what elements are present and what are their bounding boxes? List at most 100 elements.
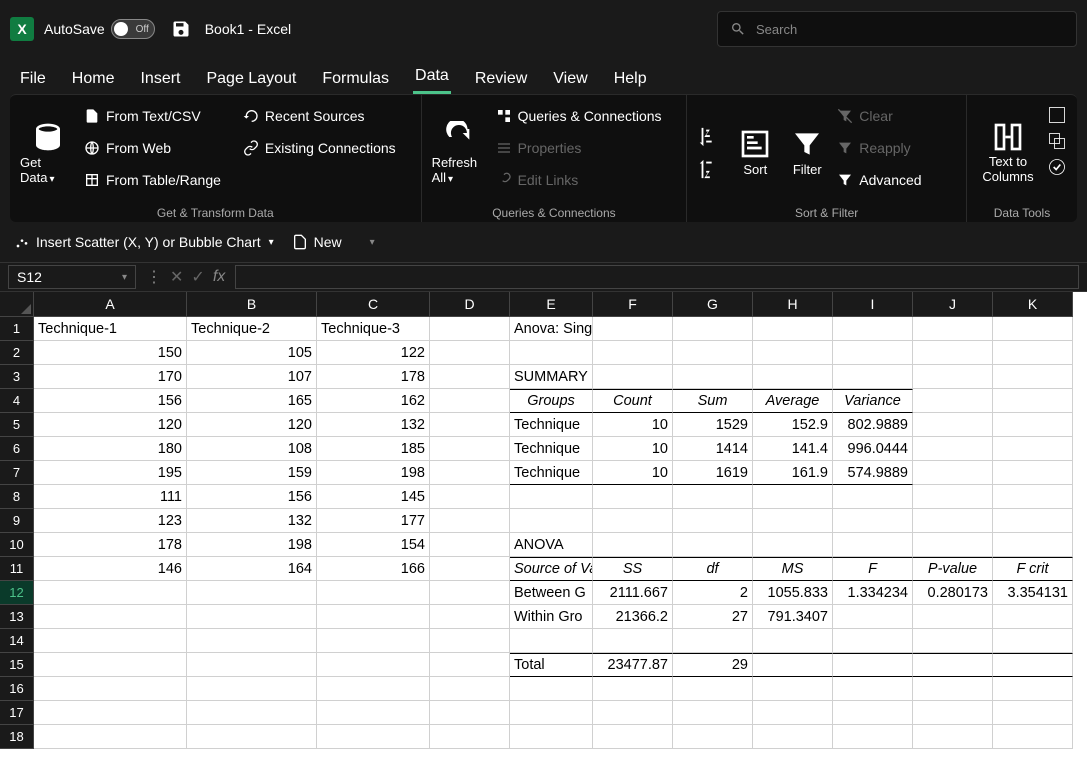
cell-B14[interactable]	[187, 629, 317, 653]
advanced-button[interactable]: Advanced	[837, 165, 921, 195]
cell-G8[interactable]	[673, 485, 753, 509]
sort-button[interactable]: Sort	[733, 101, 777, 204]
cell-A11[interactable]: 146	[34, 557, 187, 581]
cell-H5[interactable]: 152.9	[753, 413, 833, 437]
cell-E2[interactable]	[510, 341, 593, 365]
cell-C8[interactable]: 145	[317, 485, 430, 509]
tab-data[interactable]: Data	[413, 61, 451, 94]
cell-C18[interactable]	[317, 725, 430, 749]
cell-K17[interactable]	[993, 701, 1073, 725]
cell-D13[interactable]	[430, 605, 510, 629]
cell-H4[interactable]: Average	[753, 389, 833, 413]
cell-C4[interactable]: 162	[317, 389, 430, 413]
autosave-toggle[interactable]: AutoSave Off	[44, 19, 155, 39]
get-data-button[interactable]: Get Data▾	[20, 101, 76, 204]
formula-input[interactable]	[235, 265, 1079, 289]
from-text-csv-button[interactable]: From Text/CSV	[84, 101, 221, 131]
column-header-J[interactable]: J	[913, 292, 993, 317]
cell-H15[interactable]	[753, 653, 833, 677]
search-box[interactable]: Search	[717, 11, 1077, 47]
cell-I13[interactable]	[833, 605, 913, 629]
cell-A6[interactable]: 180	[34, 437, 187, 461]
cell-C3[interactable]: 178	[317, 365, 430, 389]
cell-H12[interactable]: 1055.833	[753, 581, 833, 605]
cell-E8[interactable]	[510, 485, 593, 509]
cell-J18[interactable]	[913, 725, 993, 749]
cell-C9[interactable]: 177	[317, 509, 430, 533]
cell-C5[interactable]: 132	[317, 413, 430, 437]
cell-A13[interactable]	[34, 605, 187, 629]
cell-A16[interactable]	[34, 677, 187, 701]
tab-formulas[interactable]: Formulas	[320, 64, 391, 94]
column-header-I[interactable]: I	[833, 292, 913, 317]
cell-A9[interactable]: 123	[34, 509, 187, 533]
cell-F6[interactable]: 10	[593, 437, 673, 461]
cell-G7[interactable]: 1619	[673, 461, 753, 485]
cell-E6[interactable]: Technique	[510, 437, 593, 461]
row-header-3[interactable]: 3	[0, 365, 34, 389]
cell-J2[interactable]	[913, 341, 993, 365]
cell-K5[interactable]	[993, 413, 1073, 437]
cell-J7[interactable]	[913, 461, 993, 485]
cell-I12[interactable]: 1.334234	[833, 581, 913, 605]
cell-F18[interactable]	[593, 725, 673, 749]
cell-C13[interactable]	[317, 605, 430, 629]
cell-G14[interactable]	[673, 629, 753, 653]
cell-F1[interactable]	[593, 317, 673, 341]
cell-J10[interactable]	[913, 533, 993, 557]
cell-I16[interactable]	[833, 677, 913, 701]
cell-I5[interactable]: 802.9889	[833, 413, 913, 437]
dropdown-icon[interactable]: ⋮	[146, 267, 162, 287]
cancel-icon[interactable]: ✕	[170, 267, 183, 287]
cell-H11[interactable]: MS	[753, 557, 833, 581]
tab-view[interactable]: View	[551, 64, 589, 94]
cell-C7[interactable]: 198	[317, 461, 430, 485]
column-header-K[interactable]: K	[993, 292, 1073, 317]
cell-J13[interactable]	[913, 605, 993, 629]
cell-A17[interactable]	[34, 701, 187, 725]
cell-I7[interactable]: 574.9889	[833, 461, 913, 485]
row-header-15[interactable]: 15	[0, 653, 34, 677]
cell-D18[interactable]	[430, 725, 510, 749]
cell-A5[interactable]: 120	[34, 413, 187, 437]
cell-B18[interactable]	[187, 725, 317, 749]
row-header-10[interactable]: 10	[0, 533, 34, 557]
new-button[interactable]: New	[292, 227, 342, 257]
cell-E7[interactable]: Technique	[510, 461, 593, 485]
cell-H8[interactable]	[753, 485, 833, 509]
row-header-5[interactable]: 5	[0, 413, 34, 437]
cell-I1[interactable]	[833, 317, 913, 341]
cell-K6[interactable]	[993, 437, 1073, 461]
row-header-17[interactable]: 17	[0, 701, 34, 725]
row-header-18[interactable]: 18	[0, 725, 34, 749]
cell-E15[interactable]: Total	[510, 653, 593, 677]
cell-G9[interactable]	[673, 509, 753, 533]
quick-access-more-icon[interactable]: ▾	[370, 237, 375, 248]
cell-D15[interactable]	[430, 653, 510, 677]
cell-B1[interactable]: Technique-2	[187, 317, 317, 341]
select-all-corner[interactable]	[0, 292, 34, 317]
cell-F7[interactable]: 10	[593, 461, 673, 485]
cell-K14[interactable]	[993, 629, 1073, 653]
row-header-6[interactable]: 6	[0, 437, 34, 461]
cell-B12[interactable]	[187, 581, 317, 605]
column-header-B[interactable]: B	[187, 292, 317, 317]
cell-A10[interactable]: 178	[34, 533, 187, 557]
cell-G1[interactable]	[673, 317, 753, 341]
cell-E1[interactable]: Anova: Single Factor	[510, 317, 593, 341]
cell-F3[interactable]	[593, 365, 673, 389]
cell-H9[interactable]	[753, 509, 833, 533]
cell-D1[interactable]	[430, 317, 510, 341]
cell-H17[interactable]	[753, 701, 833, 725]
cell-J4[interactable]	[913, 389, 993, 413]
text-to-columns-button[interactable]: Text to Columns	[977, 101, 1039, 204]
remove-duplicates-icon[interactable]	[1047, 131, 1067, 151]
cell-F17[interactable]	[593, 701, 673, 725]
cell-G17[interactable]	[673, 701, 753, 725]
cell-J1[interactable]	[913, 317, 993, 341]
cell-B15[interactable]	[187, 653, 317, 677]
cell-K18[interactable]	[993, 725, 1073, 749]
cell-E17[interactable]	[510, 701, 593, 725]
cell-D2[interactable]	[430, 341, 510, 365]
save-icon[interactable]	[171, 19, 191, 39]
